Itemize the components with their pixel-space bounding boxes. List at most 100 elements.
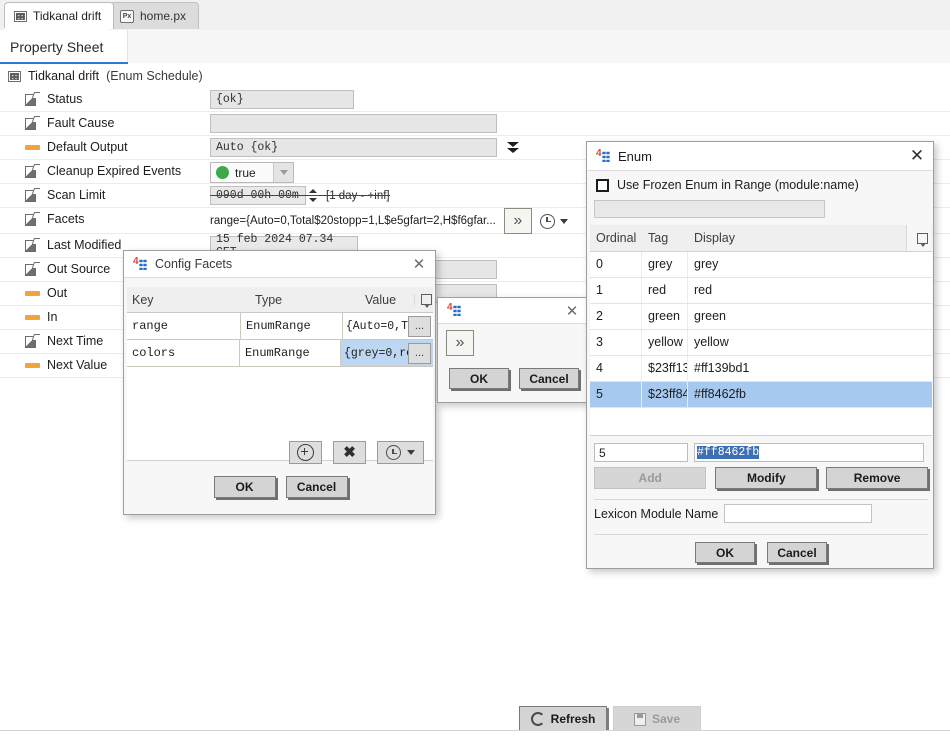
column-header-ordinal[interactable]: Ordinal (590, 231, 642, 245)
table-empty-area (590, 408, 932, 436)
table-row[interactable]: 3 yellow yellow (590, 330, 932, 356)
orange-bar-icon (25, 363, 40, 368)
scan-limit-stepper[interactable] (210, 186, 390, 205)
cancel-button[interactable]: Cancel (519, 368, 579, 389)
tab-label: home.px (140, 9, 187, 23)
column-header-value[interactable]: Value (360, 293, 414, 307)
enum-tag: grey (642, 252, 688, 277)
enum-tag: red (642, 278, 688, 303)
column-header-display[interactable]: Display (688, 231, 906, 245)
facet-history-button[interactable] (377, 441, 424, 464)
frozen-enum-checkbox[interactable] (596, 178, 609, 192)
status-value-field[interactable]: {ok} (210, 90, 354, 109)
column-chooser-button[interactable] (906, 225, 931, 251)
facets-expand-button[interactable]: » (503, 208, 532, 234)
property-label: Next Value (47, 358, 108, 372)
ok-button[interactable]: OK (449, 368, 509, 389)
remove-button[interactable]: Remove (826, 467, 928, 489)
enum-ordinal: 5 (590, 382, 642, 407)
facets-value-text: range={Auto=0,Total$20stopp=1,L$e5gfart=… (210, 215, 496, 227)
close-icon[interactable]: ✕ (562, 301, 582, 321)
facet-value-cell[interactable]: {Auto=0,T ... (343, 313, 433, 339)
frozen-enum-checkbox-row[interactable]: Use Frozen Enum in Range (module:name) (596, 178, 859, 192)
ok-button[interactable]: OK (695, 542, 755, 563)
enum-edit-row: 5 #ff8462fb (588, 439, 934, 466)
mini-dialog-footer: OK Cancel (438, 368, 590, 389)
enum-tag: $23ff846 (642, 382, 688, 407)
column-chooser-button[interactable] (414, 294, 433, 308)
table-header: Key Type Value (127, 287, 433, 313)
refresh-icon (530, 712, 545, 726)
table-row[interactable]: 2 green green (590, 304, 932, 330)
cancel-button[interactable]: Cancel (285, 476, 348, 498)
delete-facet-button[interactable]: ✖ (333, 441, 366, 464)
close-icon[interactable]: ✕ (907, 146, 927, 166)
property-sheet-header: Property Sheet (0, 30, 950, 64)
enum-display: #ff8462fb (694, 387, 746, 401)
save-button[interactable]: Save (613, 706, 701, 732)
facet-edit-button[interactable]: ... (408, 315, 431, 337)
app-icon (596, 148, 610, 163)
table-row[interactable]: colors EnumRange {grey=0,re ... (127, 340, 433, 367)
expand-button[interactable]: » (446, 330, 474, 356)
default-output-value-field[interactable]: Auto {ok} (210, 138, 497, 157)
plus-circle-icon (297, 444, 314, 461)
table-settings-icon (916, 232, 928, 247)
table-header: Ordinal Tag Display (590, 225, 932, 252)
column-header-tag[interactable]: Tag (642, 231, 688, 245)
facet-value-cell[interactable]: {grey=0,re ... (341, 340, 433, 366)
frozen-enum-input[interactable] (594, 200, 825, 218)
table-row[interactable]: 4 $23ff139 #ff139bd1 (590, 356, 932, 382)
lexicon-module-input[interactable] (724, 504, 873, 523)
ok-button[interactable]: OK (213, 476, 276, 498)
status-dot-icon (216, 166, 229, 179)
px-icon: Px (120, 9, 134, 23)
table-row[interactable]: range EnumRange {Auto=0,T ... (127, 313, 433, 340)
facets-action-buttons: ✖ (124, 441, 437, 464)
double-chevron-down-icon[interactable] (507, 142, 519, 153)
enum-table: Ordinal Tag Display 0 grey grey 1 red re… (590, 225, 932, 436)
add-button[interactable]: Add (594, 467, 707, 489)
add-facet-button[interactable] (289, 441, 322, 464)
clock-icon (386, 445, 401, 460)
table-row[interactable]: 0 grey grey (590, 252, 932, 278)
cleanup-expired-events-dropdown[interactable]: true (210, 162, 294, 183)
active-tab-underline (0, 62, 128, 64)
table-settings-icon (421, 294, 432, 308)
cancel-button[interactable]: Cancel (767, 542, 827, 563)
enum-ordinal: 4 (590, 356, 642, 381)
tab-seam (4, 28, 108, 31)
chevron-down-icon[interactable] (273, 163, 293, 182)
enum-ordinal: 3 (590, 330, 642, 355)
cube-icon (25, 116, 39, 131)
facet-edit-button[interactable]: ... (408, 342, 431, 364)
column-header-key[interactable]: Key (127, 293, 250, 307)
fault-cause-value-field[interactable] (210, 114, 497, 133)
enum-dialog-footer: OK Cancel (587, 542, 935, 563)
chevron-down-icon[interactable] (559, 218, 568, 224)
cube-icon (25, 334, 39, 349)
clock-icon (539, 213, 555, 229)
modify-button[interactable]: Modify (715, 467, 818, 489)
enum-value-input[interactable]: #ff8462fb (694, 443, 924, 462)
close-icon[interactable]: ✕ (409, 254, 429, 274)
dialog-title-bar: Enum ✕ (587, 142, 933, 171)
property-label: Out Source (47, 262, 111, 276)
tab-home-px[interactable]: Px home.px (110, 2, 200, 29)
tab-tidkanal-drift[interactable]: Tidkanal drift (4, 2, 115, 29)
table-row[interactable]: Status {ok} (0, 88, 950, 112)
enum-ordinal: 1 (590, 278, 642, 303)
table-row[interactable]: 1 red red (590, 278, 932, 304)
cube-icon (25, 92, 39, 107)
tab-bar: Tidkanal drift Px home.px (0, 0, 950, 31)
table-row[interactable]: Fault Cause (0, 112, 950, 136)
facets-dialog-footer: OK Cancel (124, 476, 437, 498)
column-header-type[interactable]: Type (250, 293, 360, 307)
dialog-title-bar: ✕ (438, 298, 588, 324)
cube-icon (25, 188, 39, 203)
enum-ordinal-input[interactable]: 5 (594, 443, 688, 462)
refresh-button[interactable]: Refresh (519, 706, 607, 732)
table-row[interactable]: 5 $23ff846 #ff8462fb (590, 382, 932, 408)
property-label: Cleanup Expired Events (47, 164, 182, 178)
facets-history-button[interactable] (539, 213, 568, 229)
